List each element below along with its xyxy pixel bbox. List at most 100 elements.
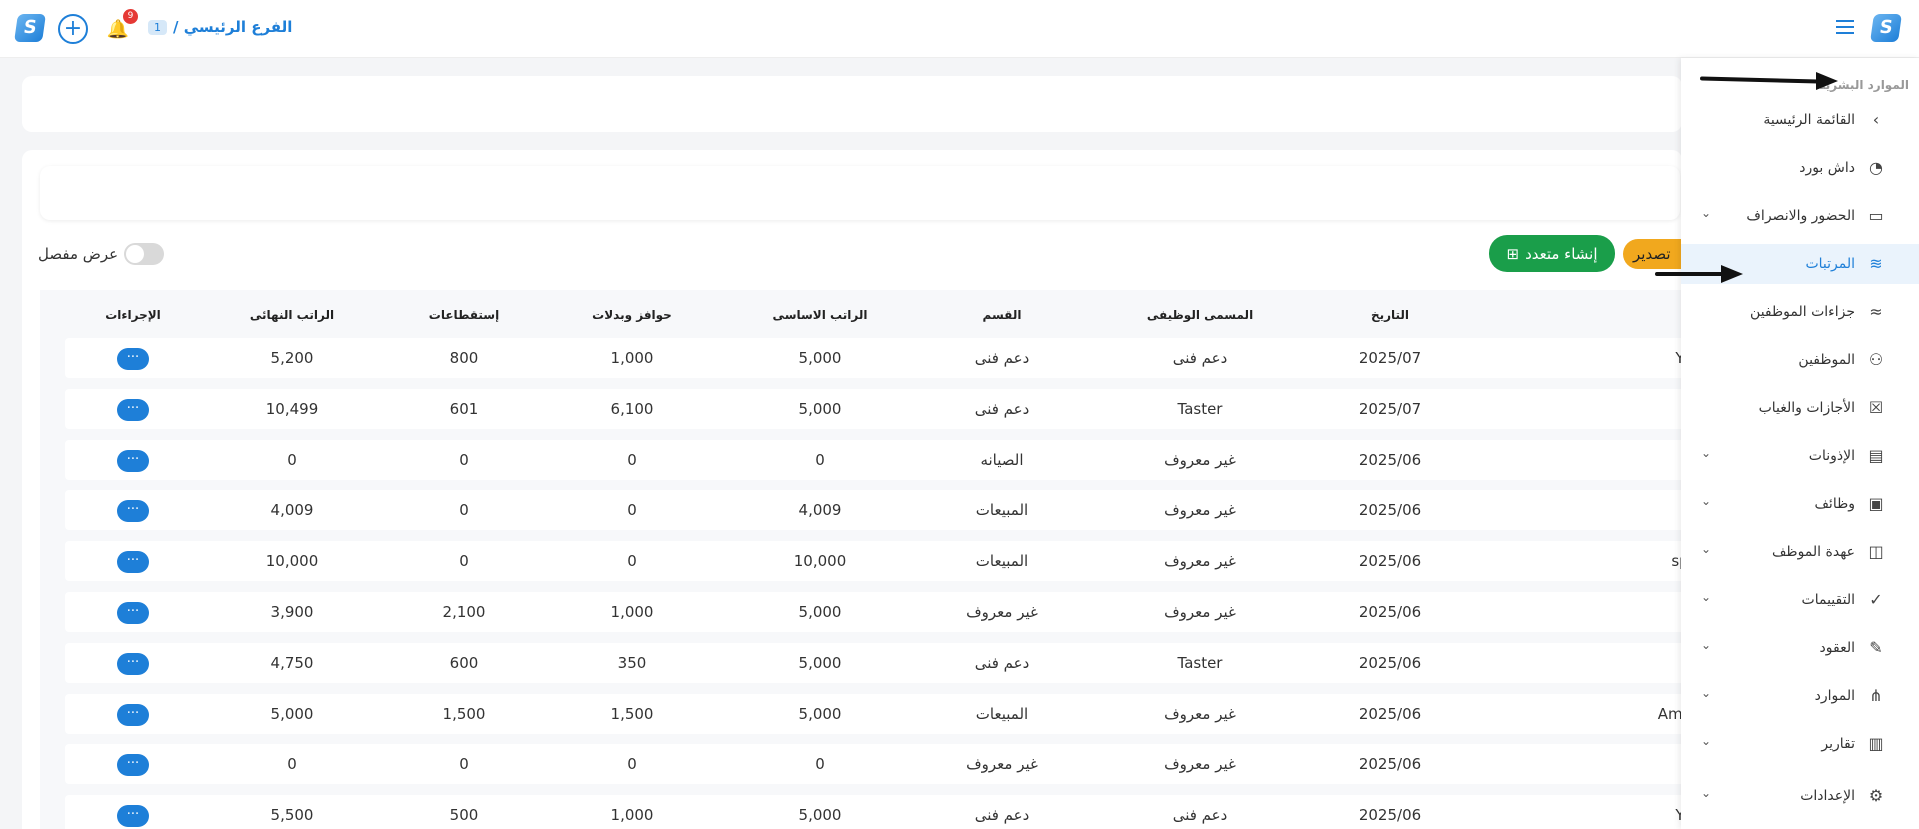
row-actions-button[interactable]: ··· — [117, 551, 149, 574]
row-actions-button[interactable]: ··· — [117, 500, 149, 523]
contract-icon: ✎ — [1869, 638, 1883, 657]
table-row[interactable]: Y 2025/06 دعم فنى دعم فنى 5,000 1,000 500 5,500… — [65, 795, 1705, 829]
sidebar-item-label: الحضور والانصراف — [1746, 208, 1855, 224]
cell-basic-salary: 5,000 — [798, 603, 842, 621]
header-deductions: إستقطاعات — [428, 308, 500, 322]
table-row[interactable]: 2025/06 غير معروف المبيعات 4,009 0 0 4,009 ··· — [65, 490, 1705, 531]
sidebar-item[interactable]: ▭ الحضور والانصراف ⌄ — [1681, 196, 1919, 236]
chevron-down-icon[interactable]: ⌄ — [1701, 590, 1711, 604]
search-panel[interactable] — [40, 166, 1680, 220]
chevron-down-icon[interactable]: ⌄ — [1701, 494, 1711, 508]
cell-date: 2025/07 — [1358, 349, 1422, 367]
cell-department: دعم فنى — [974, 399, 1030, 418]
sidebar-item[interactable]: ≋ المرتبات — [1681, 244, 1919, 284]
cell-final-salary: 4,009 — [270, 501, 314, 520]
header-actions: الإجراءات — [105, 308, 161, 322]
sidebar-item[interactable]: ≈ جزاءات الموظفين — [1681, 292, 1919, 332]
chevron-down-icon[interactable]: ⌄ — [1701, 446, 1711, 460]
cell-job-title: غير معروف — [1164, 755, 1236, 774]
cell-department: المبيعات — [975, 501, 1029, 520]
sidebar-item[interactable]: ◔ داش بورد — [1681, 148, 1919, 188]
header-allowances: حوافز وبدلات — [592, 308, 672, 322]
row-actions-button[interactable]: ··· — [117, 652, 149, 675]
sidebar-item[interactable]: ▤ الإذونات ⌄ — [1681, 436, 1919, 476]
sidebar-item-label: عهدة الموظف — [1771, 544, 1855, 560]
sidebar-item[interactable]: ▥ تقارير ⌄ — [1681, 724, 1919, 764]
sidebar-item[interactable]: ⚙ الإعدادات ⌄ — [1681, 776, 1919, 816]
cell-department: غير معروف — [966, 603, 1038, 621]
row-actions-button[interactable]: ··· — [117, 602, 149, 624]
sidebar-item[interactable]: ‹ القائمة الرئيسية — [1681, 100, 1919, 140]
rating-icon: ✓ — [1869, 590, 1883, 609]
sidebar-item[interactable]: ✎ العقود ⌄ — [1681, 628, 1919, 668]
sidebar-item-label: المرتبات — [1805, 256, 1855, 272]
sidebar-item[interactable]: ✓ التقييمات ⌄ — [1681, 580, 1919, 620]
header-department: القسم — [982, 308, 1022, 322]
chevron-down-icon[interactable]: ⌄ — [1701, 786, 1711, 800]
app-logo-icon[interactable]: S — [14, 14, 46, 42]
cell-basic-salary: 0 — [815, 450, 825, 469]
cell-deductions: 601 — [449, 399, 479, 418]
header-final-salary: الراتب النهائى — [249, 308, 335, 322]
sidebar-item[interactable]: ☒ الأجازات والغياب — [1681, 388, 1919, 428]
detailed-view-toggle[interactable] — [124, 243, 165, 265]
cell-allowances: 0 — [627, 450, 637, 469]
chevron-down-icon[interactable]: ⌄ — [1701, 638, 1711, 652]
row-actions-button[interactable]: ··· — [117, 754, 149, 777]
create-multiple-button[interactable]: إنشاء متعدد ⊞ — [1489, 235, 1615, 272]
sidebar-item[interactable]: ◫ عهدة الموظف ⌄ — [1681, 532, 1919, 572]
row-actions-button[interactable]: ··· — [117, 449, 149, 472]
branch-label: الفرع الرئيسي / — [173, 18, 293, 36]
chevron-down-icon[interactable]: ⌄ — [1701, 542, 1711, 556]
notifications-button[interactable]: 🔔 9 — [106, 9, 138, 41]
penalty-icon: ≈ — [1869, 302, 1883, 321]
table-row[interactable]: Amira 2025/06 غير معروف المبيعات 5,000 1,500 1… — [65, 693, 1705, 734]
payroll-table: التاريخ المسمى الوظيفى القسم الراتب الاس… — [40, 290, 1705, 829]
table-row[interactable]: 2025/06 غير معروف غير معروف 5,000 1,000 2,100… — [65, 592, 1705, 632]
table-row[interactable]: 2025/06 Taster دعم فنى 5,000 350 600 4,750 ··· — [65, 642, 1705, 683]
ticket-icon: ▭ — [1868, 206, 1884, 225]
cell-date: 2025/06 — [1358, 603, 1422, 621]
table-row[interactable]: sp 2025/06 غير معروف المبيعات 10,000 0 0 10,000… — [65, 541, 1705, 582]
plus-square-icon: ⊞ — [1506, 244, 1520, 263]
add-button[interactable]: + — [58, 14, 88, 44]
cell-job-title: Taster — [1177, 653, 1223, 672]
table-row[interactable]: 2025/06 غير معروف غير معروف 0 0 0 0 ··· — [65, 744, 1705, 785]
cell-date: 2025/06 — [1358, 552, 1422, 571]
chevron-down-icon[interactable]: ⌄ — [1701, 686, 1711, 700]
row-actions-button[interactable]: ··· — [117, 805, 149, 828]
sidebar-item-label: الأجازات والغياب — [1758, 400, 1855, 416]
sidebar-item[interactable]: ⋔ الموارد ⌄ — [1681, 676, 1919, 716]
branch-breadcrumb[interactable]: الفرع الرئيسي / 1 — [148, 18, 292, 36]
header-basic-salary: الراتب الاساسى — [772, 308, 868, 322]
top-bar: S + 🔔 9 الفرع الرئيسي / 1 S — [0, 0, 1919, 58]
sidebar-item-label: تقارير — [1821, 736, 1855, 752]
cell-deductions: 600 — [449, 653, 479, 672]
sidebar-item-label: جزاءات الموظفين — [1750, 304, 1855, 320]
table-row[interactable]: 2025/07 Taster دعم فنى 5,000 6,100 601 10,499 ·… — [65, 388, 1705, 429]
branch-number-badge: 1 — [148, 19, 167, 35]
chevron-down-icon[interactable]: ⌄ — [1701, 206, 1711, 220]
cell-deductions: 1,500 — [442, 704, 486, 723]
table-row[interactable]: Y 2025/07 دعم فنى دعم فنى 5,000 1,000 800 5,200… — [65, 338, 1705, 378]
cell-basic-salary: 5,000 — [798, 653, 842, 672]
cell-department: المبيعات — [975, 552, 1029, 571]
cell-basic-salary: 5,000 — [798, 806, 842, 825]
row-actions-button[interactable]: ··· — [117, 703, 149, 726]
row-actions-button[interactable]: ··· — [117, 348, 149, 370]
table-row[interactable]: 2025/06 غير معروف الصيانه 0 0 0 0 ··· — [65, 439, 1705, 480]
sidebar-item[interactable]: ▣ وظائف ⌄ — [1681, 484, 1919, 524]
sidebar-item[interactable]: ⚇ الموظفين — [1681, 340, 1919, 380]
cell-department: دعم فنى — [974, 653, 1030, 672]
custody-icon: ◫ — [1868, 542, 1884, 561]
sidebar-item-label: العقود — [1819, 640, 1855, 656]
menu-toggle-icon[interactable] — [1836, 20, 1854, 38]
cell-basic-salary: 5,000 — [798, 704, 842, 723]
row-actions-button[interactable]: ··· — [117, 398, 149, 421]
sidebar-item-label: الموظفين — [1798, 352, 1855, 368]
brand-logo-icon[interactable]: S — [1870, 14, 1902, 42]
cell-date: 2025/06 — [1358, 653, 1422, 672]
cell-department: المبيعات — [975, 704, 1029, 723]
sidebar-item-label: الإذونات — [1808, 448, 1855, 464]
chevron-down-icon[interactable]: ⌄ — [1701, 734, 1711, 748]
